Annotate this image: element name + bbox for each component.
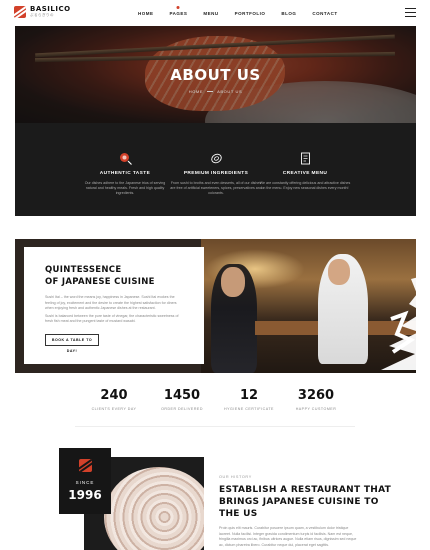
hamburger-menu-icon[interactable] [405,8,416,17]
main-nav: HOME PAGES MENU PORTFOLIO BLOG CONTACT [138,11,354,16]
search-dish-icon [119,152,132,165]
feature-desc: We are constantly offering delicious and… [259,181,351,190]
nav-portfolio[interactable]: PORTFOLIO [235,11,266,16]
nav-blog[interactable]: BLOG [281,11,296,16]
logo-mark-icon [78,459,92,472]
menu-card-icon [299,152,312,165]
history-text: Proin quis elit mauris. Curabitur posuer… [219,526,357,547]
logo-mark-icon [14,6,26,18]
sushi-roll-icon [210,152,223,165]
logo-subtitle: ぶるらぎりの [30,13,54,18]
breadcrumb-current: ABOUT US [217,89,243,94]
breadcrumb-home[interactable]: HOME [189,89,203,94]
hero-banner: ABOUT US HOME ABOUT US [15,26,416,123]
breadcrumb: HOME ABOUT US [15,89,416,94]
nav-pages[interactable]: PAGES [170,11,188,16]
stat-hygiene: 12 HYGIENE CERTIFICATE [224,388,274,411]
page-title: ABOUT US [170,66,261,84]
since-badge: SINCE 1996 [59,448,111,514]
quintessence-text: Sushi Itai – the word the means joy, hap… [45,295,179,324]
quintessence-title: QUINTESSENCE OF JAPANESE CUISINE [45,265,155,287]
nav-contact[interactable]: CONTACT [312,11,337,16]
divider [75,426,355,427]
history-label: OUR HISTORY [219,475,252,479]
feature-creative-menu: CREATIVE MENU We are constantly offering… [245,123,365,191]
feature-title: CREATIVE MENU [282,171,328,176]
book-table-button[interactable]: BOOK A TABLE TO DAY! [45,334,99,353]
nav-menu[interactable]: MENU [203,11,218,16]
calligraphy-brush-decoration [381,277,416,370]
stat-clients: 240 CLIENTS EVERY DAY [91,388,137,411]
features-band: AUTHENTIC TASTE Our dishes adhere to the… [15,123,416,216]
logo[interactable]: BASILICO ぶるらぎりの [14,6,71,18]
history-title: ESTABLISH A RESTAURANT THAT BRINGS JAPAN… [219,485,392,519]
nav-home[interactable]: HOME [138,11,154,16]
stat-orders: 1450 ORDER DELIVERED [161,388,203,411]
stat-customers: 3260 HAPPY CUSTOMER [295,388,337,411]
site-header: BASILICO ぶるらぎりの HOME PAGES MENU PORTFOLI… [0,0,430,26]
